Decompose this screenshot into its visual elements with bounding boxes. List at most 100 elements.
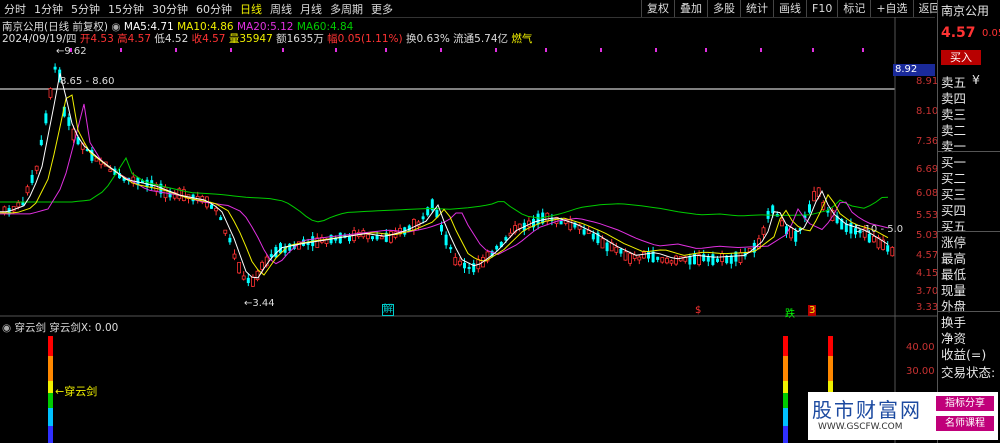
candle <box>53 66 57 70</box>
candle <box>789 227 793 239</box>
peak-label: ←9.62 <box>56 46 87 57</box>
ind-bar <box>783 356 788 381</box>
trade-status-label: 交易状态: <box>941 365 996 380</box>
signal-dot <box>175 48 177 52</box>
signal-dot <box>812 48 814 52</box>
indicator-value: 穿云剑X: 0.00 <box>49 322 119 334</box>
candle <box>669 260 674 264</box>
candle <box>214 207 219 212</box>
candle <box>780 220 784 227</box>
right-range-label: 5.10 - 5.0 <box>855 224 904 235</box>
indicator-label: ←穿云剑 <box>55 385 98 398</box>
ind-bar <box>783 393 788 408</box>
earnings-label: 收益(=) <box>941 347 987 362</box>
candle <box>808 204 811 213</box>
candle <box>108 168 113 172</box>
candle <box>716 258 719 262</box>
signal-dot <box>335 48 337 52</box>
indicator-name: 穿云剑 <box>14 322 47 334</box>
y-tick: 6.08 <box>916 188 939 199</box>
marker-jie[interactable]: 解 <box>382 304 394 316</box>
ma60-line <box>0 156 889 223</box>
candle <box>365 234 370 240</box>
candle <box>517 223 522 229</box>
candle <box>449 247 453 250</box>
candle <box>255 270 260 281</box>
candle <box>246 277 250 284</box>
candle <box>688 256 692 265</box>
y-tick: 4.15 <box>916 268 939 279</box>
candle <box>411 218 416 231</box>
candle <box>619 248 623 254</box>
signal-dot <box>440 48 442 52</box>
candle <box>223 229 228 234</box>
candle <box>794 230 798 242</box>
candle <box>288 243 292 251</box>
kline-chart[interactable] <box>0 0 937 443</box>
quote-panel: 南京公用 4.57 0.05 买入 卖五 ¥ 卖四 卖三 卖二 卖一 买一 买二… <box>937 0 1000 443</box>
signal-dot <box>760 48 762 52</box>
ind-bar <box>783 336 788 356</box>
indicator-title: ◉ 穿云剑 穿云剑X: 0.00 <box>2 320 118 335</box>
candle <box>16 202 21 208</box>
tag-courses[interactable]: 名师课程 <box>936 416 994 431</box>
y-tick: 7.36 <box>916 136 939 147</box>
watermark-logo: 股市财富网 <box>812 398 922 422</box>
signal-dot <box>600 48 602 52</box>
candle <box>720 253 724 262</box>
y-tick: 5.03 <box>916 230 939 241</box>
candle <box>467 266 471 269</box>
candle <box>886 245 890 252</box>
candle <box>440 225 443 232</box>
candle <box>559 220 563 225</box>
ind-bar <box>48 426 53 443</box>
candle <box>867 233 871 243</box>
current-price-tag: 8.92 <box>893 64 935 76</box>
candle <box>890 246 895 257</box>
candle <box>812 191 816 202</box>
candle <box>660 257 665 263</box>
signal-dot <box>230 48 232 52</box>
ind-bar <box>783 426 788 443</box>
candle <box>67 117 71 126</box>
candle <box>463 262 466 269</box>
candle <box>582 229 586 235</box>
candle <box>600 238 605 249</box>
y-tick: 8.91 <box>916 76 939 87</box>
candle <box>2 206 7 214</box>
indicator-settings-icon[interactable]: ◉ <box>2 322 11 334</box>
range-label: 8.65 - 8.60 <box>60 76 115 87</box>
candle <box>315 237 320 248</box>
candle <box>48 88 53 98</box>
stock-name: 南京公用 <box>941 4 990 18</box>
candle <box>379 236 384 240</box>
ind-bar <box>48 393 53 408</box>
candle <box>568 219 573 231</box>
candle <box>260 261 265 270</box>
marker-die2[interactable]: 3 <box>808 305 817 316</box>
last-price: 4.57 <box>941 25 976 41</box>
ind-y-tick: 40.00 <box>906 342 935 353</box>
candle <box>637 256 642 261</box>
candle <box>39 139 43 146</box>
tag-indicator-share[interactable]: 指标分享 <box>936 396 994 411</box>
candle <box>656 256 660 260</box>
ind-bar <box>828 356 833 381</box>
y-tick: 4.57 <box>916 250 939 261</box>
candle <box>495 245 499 250</box>
candle <box>71 128 76 141</box>
candle <box>614 246 619 253</box>
marker-s[interactable]: $ <box>695 305 701 316</box>
candle <box>228 237 232 243</box>
ind-bar <box>48 336 53 356</box>
candle <box>34 165 39 171</box>
watermark-url: WWW.GSCFW.COM <box>818 422 903 432</box>
candle <box>237 261 242 274</box>
candle <box>849 222 853 234</box>
low-label: ←3.44 <box>244 298 275 309</box>
marker-die[interactable]: 跌 <box>785 305 795 320</box>
candle <box>444 234 448 246</box>
buy-button[interactable]: 买入 <box>941 50 981 65</box>
candle <box>371 236 374 240</box>
candle <box>536 213 540 225</box>
